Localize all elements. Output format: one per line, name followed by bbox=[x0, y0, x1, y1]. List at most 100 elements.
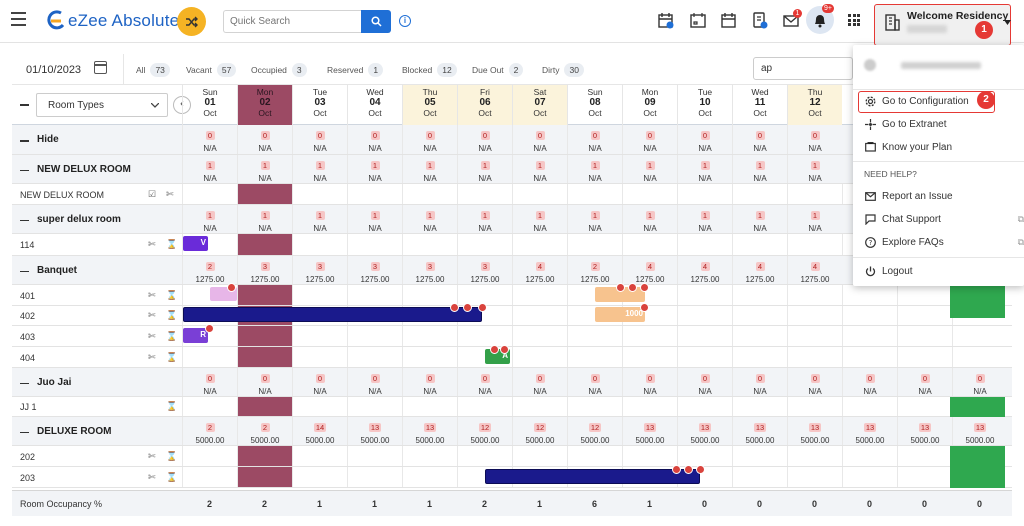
room-day-cell[interactable] bbox=[567, 347, 622, 367]
checkbox-icon[interactable]: ☑ bbox=[148, 189, 156, 200]
room-day-cell[interactable] bbox=[677, 306, 732, 325]
availability-cell[interactable]: 2 1275.00 bbox=[567, 256, 622, 284]
menu-item-go-to-extranet[interactable]: Go to Extranet bbox=[864, 118, 946, 130]
availability-cell[interactable]: 1 N/A bbox=[237, 155, 292, 183]
room-day-cell[interactable] bbox=[952, 347, 1007, 367]
collapse-icon[interactable] bbox=[20, 431, 29, 433]
room-day-cell[interactable] bbox=[292, 446, 347, 466]
invoice-icon[interactable] bbox=[752, 12, 768, 29]
availability-cell[interactable]: 0 N/A bbox=[677, 368, 732, 396]
room-day-cell[interactable] bbox=[897, 306, 952, 325]
filter-all[interactable]: All 73 bbox=[136, 63, 170, 77]
room-day-cell[interactable] bbox=[567, 397, 622, 416]
room-day-cell[interactable] bbox=[677, 234, 732, 255]
room-day-cell[interactable] bbox=[787, 467, 842, 487]
room-day-cell[interactable] bbox=[622, 347, 677, 367]
dirty-icon[interactable]: ✄ bbox=[148, 352, 156, 363]
room-day-cell[interactable] bbox=[842, 446, 897, 466]
room-day-cell[interactable] bbox=[347, 446, 402, 466]
availability-cell[interactable]: 1 N/A bbox=[182, 155, 237, 183]
availability-cell[interactable]: 1 N/A bbox=[237, 205, 292, 233]
availability-cell[interactable]: 0 N/A bbox=[622, 368, 677, 396]
availability-cell[interactable]: 1 N/A bbox=[622, 155, 677, 183]
availability-cell[interactable]: 13 5000.00 bbox=[622, 417, 677, 445]
app-logo[interactable]: eZee Absolute bbox=[46, 9, 179, 33]
room-day-cell[interactable] bbox=[952, 326, 1007, 346]
availability-cell[interactable]: 1 N/A bbox=[677, 155, 732, 183]
availability-cell[interactable]: 1 N/A bbox=[567, 205, 622, 233]
room-day-cell[interactable] bbox=[237, 397, 292, 416]
availability-cell[interactable]: 13 5000.00 bbox=[677, 417, 732, 445]
availability-cell[interactable]: 1 N/A bbox=[347, 155, 402, 183]
booking-bar[interactable]: V bbox=[183, 236, 208, 251]
room-day-cell[interactable] bbox=[402, 397, 457, 416]
availability-cell[interactable]: 3 1275.00 bbox=[237, 256, 292, 284]
availability-cell[interactable]: 3 1275.00 bbox=[347, 256, 402, 284]
room-day-cell[interactable] bbox=[567, 234, 622, 255]
room-day-cell[interactable] bbox=[677, 347, 732, 367]
room-day-cell[interactable] bbox=[732, 467, 787, 487]
room-day-cell[interactable] bbox=[457, 184, 512, 204]
availability-cell[interactable]: 0 N/A bbox=[182, 125, 237, 154]
room-day-cell[interactable] bbox=[512, 285, 567, 305]
availability-cell[interactable]: 4 1275.00 bbox=[732, 256, 787, 284]
room-day-cell[interactable] bbox=[402, 326, 457, 346]
filter-due-out[interactable]: Due Out 2 bbox=[472, 63, 524, 77]
filter-occupied[interactable]: Occupied 3 bbox=[251, 63, 307, 77]
housekeeping-icon[interactable]: ⌛ bbox=[166, 352, 177, 363]
room-day-cell[interactable] bbox=[292, 234, 347, 255]
room-day-cell[interactable] bbox=[457, 326, 512, 346]
room-day-cell[interactable] bbox=[347, 467, 402, 487]
availability-cell[interactable]: 0 N/A bbox=[622, 125, 677, 154]
availability-cell[interactable]: 13 5000.00 bbox=[897, 417, 952, 445]
room-day-cell[interactable] bbox=[732, 446, 787, 466]
availability-cell[interactable]: 12 5000.00 bbox=[512, 417, 567, 445]
room-day-cell[interactable] bbox=[512, 347, 567, 367]
room-day-cell[interactable] bbox=[457, 397, 512, 416]
room-day-cell[interactable] bbox=[732, 234, 787, 255]
menu-item-explore-faqs[interactable]: ? Explore FAQs ⧉ bbox=[864, 236, 1024, 248]
dirty-icon[interactable]: ✄ bbox=[166, 189, 174, 200]
availability-cell[interactable]: 2 5000.00 bbox=[237, 417, 292, 445]
availability-cell[interactable]: 0 N/A bbox=[897, 368, 952, 396]
availability-cell[interactable]: 1 N/A bbox=[292, 155, 347, 183]
filter-dirty[interactable]: Dirty 30 bbox=[542, 63, 584, 77]
room-day-cell[interactable] bbox=[622, 234, 677, 255]
availability-cell[interactable]: 1 N/A bbox=[622, 205, 677, 233]
availability-cell[interactable]: 1 N/A bbox=[457, 205, 512, 233]
room-day-cell[interactable] bbox=[237, 347, 292, 367]
room-day-cell[interactable] bbox=[842, 306, 897, 325]
room-day-cell[interactable] bbox=[292, 347, 347, 367]
availability-cell[interactable]: 13 5000.00 bbox=[347, 417, 402, 445]
menu-icon[interactable] bbox=[11, 12, 26, 26]
room-day-cell[interactable] bbox=[622, 184, 677, 204]
availability-cell[interactable]: 0 N/A bbox=[347, 125, 402, 154]
availability-cell[interactable]: 0 N/A bbox=[567, 125, 622, 154]
room-day-cell[interactable] bbox=[732, 397, 787, 416]
availability-cell[interactable]: 1 N/A bbox=[402, 155, 457, 183]
availability-cell[interactable]: 13 5000.00 bbox=[787, 417, 842, 445]
room-day-cell[interactable] bbox=[677, 184, 732, 204]
room-day-cell[interactable] bbox=[732, 347, 787, 367]
availability-cell[interactable]: 0 N/A bbox=[842, 368, 897, 396]
availability-cell[interactable]: 4 1275.00 bbox=[622, 256, 677, 284]
availability-cell[interactable]: 1 N/A bbox=[292, 205, 347, 233]
availability-cell[interactable]: 0 N/A bbox=[402, 125, 457, 154]
arrival-calendar-icon[interactable] bbox=[658, 12, 674, 29]
dirty-icon[interactable]: ✄ bbox=[148, 290, 156, 301]
availability-cell[interactable]: 1 N/A bbox=[402, 205, 457, 233]
room-day-cell[interactable] bbox=[787, 234, 842, 255]
quick-search-input[interactable] bbox=[223, 10, 361, 33]
menu-item-report-issue[interactable]: Report an Issue bbox=[864, 190, 953, 202]
availability-cell[interactable]: 0 N/A bbox=[292, 368, 347, 396]
room-day-cell[interactable] bbox=[237, 467, 292, 487]
booking-bar[interactable]: R bbox=[183, 328, 208, 343]
room-day-cell[interactable] bbox=[677, 446, 732, 466]
availability-cell[interactable]: 1 N/A bbox=[732, 155, 787, 183]
availability-cell[interactable]: 1 N/A bbox=[732, 205, 787, 233]
room-day-cell[interactable] bbox=[347, 397, 402, 416]
menu-item-logout[interactable]: Logout bbox=[864, 265, 913, 277]
availability-cell[interactable]: 0 N/A bbox=[457, 125, 512, 154]
room-day-cell[interactable] bbox=[897, 467, 952, 487]
room-day-cell[interactable] bbox=[402, 446, 457, 466]
